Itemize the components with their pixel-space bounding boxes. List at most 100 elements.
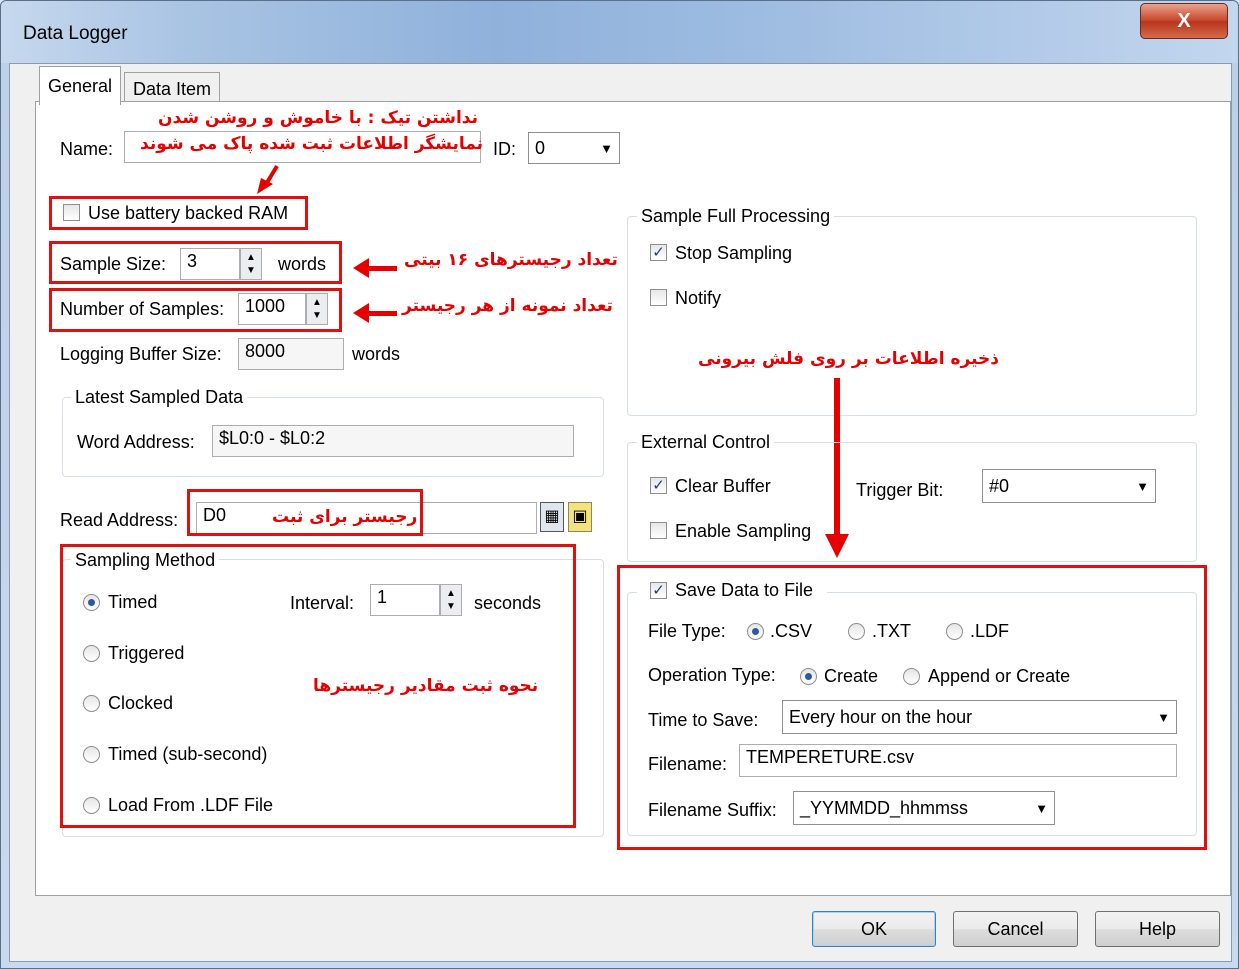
- radio-load-ldf-label: Load From .LDF File: [108, 795, 274, 815]
- save-data-checkbox[interactable]: ✓: [650, 582, 667, 599]
- sampling-method-title: Sampling Method: [71, 550, 220, 571]
- word-address-field: $L0:0 - $L0:2: [212, 425, 574, 457]
- up-arrow-icon: ▲: [312, 297, 322, 308]
- file-csv-label: .CSV: [770, 621, 813, 641]
- radio-timed-subsecond-label: Timed (sub-second): [108, 744, 268, 764]
- op-create-label: Create: [824, 666, 879, 686]
- external-control-title: External Control: [637, 432, 775, 453]
- annotation-sample-size: تعداد رجیسترهای ۱۶ بیتی: [404, 250, 618, 270]
- tab-general[interactable]: General: [39, 66, 122, 105]
- radio-op-append[interactable]: [903, 668, 920, 685]
- enable-sampling-checkbox[interactable]: [650, 522, 667, 539]
- chevron-down-icon: ▼: [1136, 478, 1149, 494]
- interval-unit: seconds: [474, 593, 542, 613]
- close-icon: X: [1177, 9, 1191, 32]
- cancel-button-label: Cancel: [987, 918, 1044, 939]
- up-arrow-icon: ▲: [246, 252, 256, 263]
- help-button-label: Help: [1138, 918, 1177, 939]
- interval-input[interactable]: 1: [370, 584, 440, 616]
- id-select-value: 0: [535, 137, 546, 158]
- trigger-bit-value: #0: [989, 475, 1010, 496]
- id-select[interactable]: 0 ▼: [528, 132, 620, 164]
- clear-buffer-checkbox[interactable]: ✓: [650, 477, 667, 494]
- radio-file-txt[interactable]: [848, 623, 865, 640]
- sample-size-label: Sample Size:: [60, 254, 167, 274]
- enable-sampling-label: Enable Sampling: [675, 521, 812, 541]
- file-ldf-label: .LDF: [970, 621, 1010, 641]
- trigger-bit-select[interactable]: #0 ▼: [982, 469, 1156, 503]
- annotation-sampling: نحوه ثبت مقادیر رجیسترها: [313, 676, 539, 696]
- title-bar: Data Logger X: [1, 1, 1238, 63]
- annotation-arrow-num-samples: [353, 303, 397, 323]
- word-address-label: Word Address:: [77, 432, 195, 452]
- trigger-bit-label: Trigger Bit:: [856, 480, 944, 500]
- time-to-save-value: Every hour on the hour: [789, 706, 973, 727]
- chevron-down-icon: ▼: [1035, 800, 1048, 816]
- annotation-arrow-battery: [257, 164, 279, 194]
- radio-clocked-label: Clocked: [108, 693, 174, 713]
- radio-triggered[interactable]: [83, 645, 100, 662]
- stop-sampling-checkbox[interactable]: ✓: [650, 244, 667, 261]
- filename-suffix-label: Filename Suffix:: [648, 800, 777, 820]
- notify-label: Notify: [675, 288, 722, 308]
- filename-input[interactable]: TEMPERETURE.csv: [739, 744, 1177, 777]
- calculator-icon[interactable]: ▦: [540, 502, 564, 532]
- radio-timed-subsecond[interactable]: [83, 746, 100, 763]
- tag-browse-icon[interactable]: ▣: [568, 502, 592, 532]
- ok-button[interactable]: OK: [812, 911, 936, 947]
- close-button[interactable]: X: [1140, 3, 1228, 39]
- file-txt-label: .TXT: [872, 621, 911, 641]
- window-title: Data Logger: [23, 23, 128, 44]
- id-label: ID:: [493, 139, 517, 159]
- annotation-battery-line1: نداشتن تیک : با خاموش و روشن شدن: [158, 108, 478, 128]
- help-button[interactable]: Help: [1095, 911, 1220, 947]
- radio-op-create[interactable]: [800, 668, 817, 685]
- operation-type-label: Operation Type:: [648, 665, 776, 685]
- file-type-label: File Type:: [648, 621, 726, 641]
- down-arrow-icon: ▼: [246, 265, 256, 276]
- buffer-size-label: Logging Buffer Size:: [60, 344, 222, 364]
- num-samples-label: Number of Samples:: [60, 299, 225, 319]
- notify-checkbox[interactable]: [650, 289, 667, 306]
- interval-label: Interval:: [290, 593, 355, 613]
- tab-general-label: General: [48, 75, 113, 96]
- annotation-register: رجیستر برای ثبت: [272, 507, 418, 527]
- radio-timed[interactable]: [83, 594, 100, 611]
- battery-label: Use battery backed RAM: [88, 203, 289, 223]
- cancel-button[interactable]: Cancel: [953, 911, 1078, 947]
- num-samples-input[interactable]: 1000: [238, 293, 306, 325]
- filename-suffix-value: _YYMMDD_hhmmss: [800, 797, 969, 818]
- down-arrow-icon: ▼: [446, 601, 456, 612]
- sample-size-input[interactable]: 3: [180, 248, 240, 280]
- sample-size-unit: words: [278, 254, 327, 274]
- interval-stepper[interactable]: ▲ ▼: [440, 584, 462, 616]
- filename-label: Filename:: [648, 754, 728, 774]
- radio-clocked[interactable]: [83, 695, 100, 712]
- stop-sampling-label: Stop Sampling: [675, 243, 793, 263]
- latest-sampled-title: Latest Sampled Data: [71, 387, 248, 408]
- num-samples-stepper[interactable]: ▲ ▼: [306, 293, 328, 325]
- op-append-label: Append or Create: [928, 666, 1071, 686]
- dialog-client: General Data Item Name: ID: 0 ▼ نداشتن تی…: [9, 63, 1232, 962]
- annotation-flash: ذخیره اطلاعات بر روی فلش بیرونی: [698, 349, 999, 369]
- sample-size-stepper[interactable]: ▲ ▼: [240, 248, 262, 280]
- data-logger-window: Data Logger X General Data Item Name: ID…: [0, 0, 1239, 969]
- radio-triggered-label: Triggered: [108, 643, 185, 663]
- annotation-battery-line2: نمایشگر اطلاعات ثبت شده پاک می شوند: [140, 134, 484, 154]
- clear-buffer-label: Clear Buffer: [675, 476, 771, 496]
- radio-file-csv[interactable]: [747, 623, 764, 640]
- buffer-size-unit: words: [352, 344, 401, 364]
- battery-checkbox[interactable]: [63, 204, 80, 221]
- radio-file-ldf[interactable]: [946, 623, 963, 640]
- radio-load-ldf[interactable]: [83, 797, 100, 814]
- down-arrow-icon: ▼: [312, 310, 322, 321]
- tab-data-item-label: Data Item: [133, 79, 212, 99]
- annotation-arrow-sample-size: [353, 258, 397, 278]
- read-address-label: Read Address:: [60, 510, 179, 530]
- chevron-down-icon: ▼: [600, 140, 613, 156]
- buffer-size-input: 8000: [238, 338, 344, 370]
- filename-suffix-select[interactable]: _YYMMDD_hhmmss ▼: [793, 791, 1055, 825]
- time-to-save-select[interactable]: Every hour on the hour ▼: [782, 700, 1177, 734]
- sample-full-processing-title: Sample Full Processing: [637, 206, 835, 227]
- up-arrow-icon: ▲: [446, 588, 456, 599]
